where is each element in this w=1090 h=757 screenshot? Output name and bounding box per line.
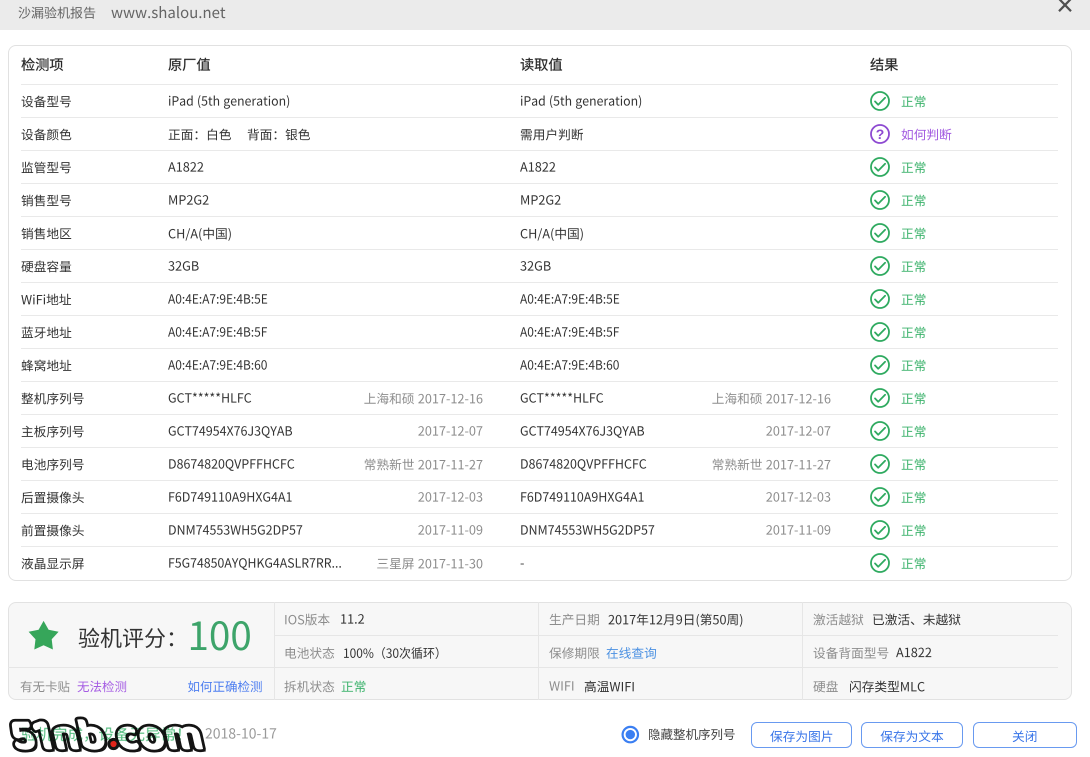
svg-text:?: ? xyxy=(876,126,885,142)
